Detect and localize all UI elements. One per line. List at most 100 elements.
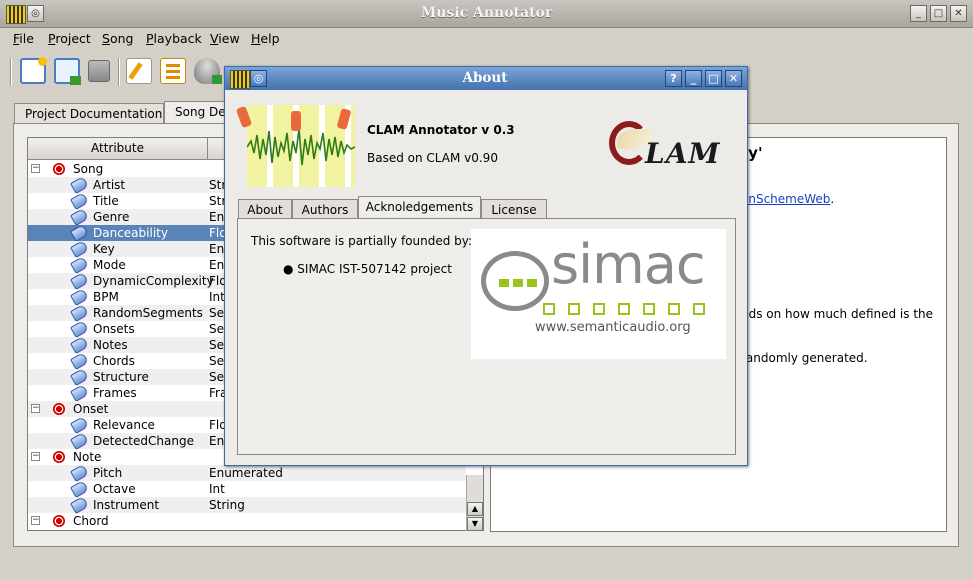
schema-icon[interactable] [160, 58, 186, 84]
scroll-up-button[interactable]: ▲ [467, 502, 483, 516]
attribute-type: En [209, 258, 225, 272]
tree-scrollbar[interactable]: ▲ ▼ [466, 475, 483, 531]
dialog-close-button[interactable]: ✕ [725, 70, 742, 87]
menu-project[interactable]: Project [48, 31, 91, 46]
menu-song[interactable]: Song [102, 31, 133, 46]
dialog-maximize-button[interactable]: □ [705, 70, 722, 87]
attribute-name: Genre [93, 210, 130, 224]
attribute-icon [70, 192, 89, 210]
tree-row-instrument[interactable]: Instrument String [28, 496, 466, 514]
project-item: ● SIMAC IST-507142 project [283, 262, 452, 276]
dialog-tab-license[interactable]: License [481, 199, 547, 219]
tree-row-pitch[interactable]: Pitch Enumerated [28, 464, 466, 482]
attribute-icon [70, 432, 89, 450]
attribute-icon [70, 352, 89, 370]
window-title: Music Annotator [420, 5, 553, 21]
group-label: Song [73, 162, 104, 176]
clam-logo-text: LAM [645, 137, 721, 170]
attribute-icon [70, 208, 89, 226]
attribute-icon [70, 288, 89, 306]
attribute-type: Se [209, 370, 224, 384]
attribute-name: Chords [93, 354, 135, 368]
menu-file[interactable]: File [13, 31, 34, 46]
attribute-icon [70, 256, 89, 274]
dialog-title: About [462, 70, 508, 86]
attribute-type: Se [209, 354, 224, 368]
attribute-icon [70, 224, 89, 242]
toolbar-separator [118, 58, 120, 86]
attribute-type: Se [209, 306, 224, 320]
simac-logo: simac www.semanticaudio.org [471, 229, 726, 359]
doc-text-2: randomly generated. [741, 351, 868, 365]
attribute-icon [70, 384, 89, 402]
based-on: Based on CLAM v0.90 [367, 151, 498, 165]
attribute-type: Se [209, 322, 224, 336]
group-label: Chord [73, 514, 109, 528]
category-icon [53, 403, 65, 415]
attribute-name: Relevance [93, 418, 155, 432]
new-project-icon[interactable] [20, 57, 47, 84]
scroll-down-button[interactable]: ▼ [467, 517, 483, 531]
tree-group-chord[interactable]: − Chord [28, 513, 466, 529]
menu-playback[interactable]: Playback [146, 31, 202, 46]
dialog-tab-acknowledgements[interactable]: Acknoledgements [358, 196, 481, 219]
attribute-icon [70, 240, 89, 258]
dialog-help-button[interactable]: ? [665, 70, 682, 87]
collapse-icon[interactable]: − [31, 452, 40, 461]
collapse-icon[interactable]: − [31, 164, 40, 173]
menu-bar: File Project Song Playback View Help [0, 28, 973, 49]
collapse-icon[interactable]: − [31, 404, 40, 413]
minimize-button[interactable]: _ [910, 5, 927, 22]
toolbar-handle[interactable] [10, 58, 12, 86]
attribute-name: Artist [93, 178, 126, 192]
category-icon [53, 451, 65, 463]
save-project-icon[interactable] [88, 60, 110, 82]
header-attribute[interactable]: Attribute [28, 138, 208, 160]
attribute-type: Enumerated [209, 466, 283, 480]
attribute-name: BPM [93, 290, 119, 304]
menu-view[interactable]: View [210, 31, 240, 46]
main-title-bar[interactable]: ◎ Music Annotator _ □ ✕ [0, 0, 973, 28]
founded-text: This software is partially founded by: [251, 234, 473, 248]
simac-squares [543, 303, 705, 315]
clam-logo: LAM [609, 117, 733, 175]
dialog-tab-about[interactable]: About [238, 199, 292, 219]
attribute-type: En [209, 434, 225, 448]
dialog-tab-authors[interactable]: Authors [292, 199, 358, 219]
project-name: SIMAC IST-507142 project [297, 262, 452, 276]
open-project-icon[interactable] [54, 58, 81, 85]
attribute-name: Mode [93, 258, 126, 272]
attribute-icon [70, 176, 89, 194]
attribute-icon [70, 320, 89, 338]
collapse-icon[interactable]: − [31, 516, 40, 525]
edit-icon[interactable] [126, 58, 152, 84]
maximize-button[interactable]: □ [930, 5, 947, 22]
dialog-minimize-button[interactable]: _ [685, 70, 702, 87]
attribute-type: En [209, 242, 225, 256]
attribute-name: Onsets [93, 322, 135, 336]
attribute-icon [70, 480, 89, 498]
attribute-icon [70, 272, 89, 290]
attribute-type: Se [209, 338, 224, 352]
attribute-type: En [209, 210, 225, 224]
doc-text-1: nds on how much defined is the [741, 307, 934, 321]
attribute-name: Key [93, 242, 115, 256]
dialog-title-bar[interactable]: ◎ About ? _ □ ✕ [225, 67, 747, 90]
tab-song-descriptors[interactable]: Song De [164, 101, 226, 123]
attribute-name: DynamicComplexity [93, 274, 214, 288]
attribute-name: DetectedChange [93, 434, 194, 448]
close-button[interactable]: ✕ [950, 5, 967, 22]
category-icon [53, 515, 65, 527]
attribute-type: String [209, 498, 245, 512]
attribute-icon [70, 336, 89, 354]
tree-row-octave[interactable]: Octave Int [28, 480, 466, 498]
tab-project-documentation[interactable]: Project Documentation [14, 103, 164, 123]
attribute-icon [70, 496, 89, 514]
attribute-type: Int [209, 290, 225, 304]
attribute-icon [70, 416, 89, 434]
attribute-name: Danceability [93, 226, 168, 240]
menu-help[interactable]: Help [251, 31, 280, 46]
simac-logo-text: simac [551, 233, 706, 296]
doc-link[interactable]: onSchemeWeb [741, 192, 830, 206]
database-icon[interactable] [194, 58, 222, 84]
